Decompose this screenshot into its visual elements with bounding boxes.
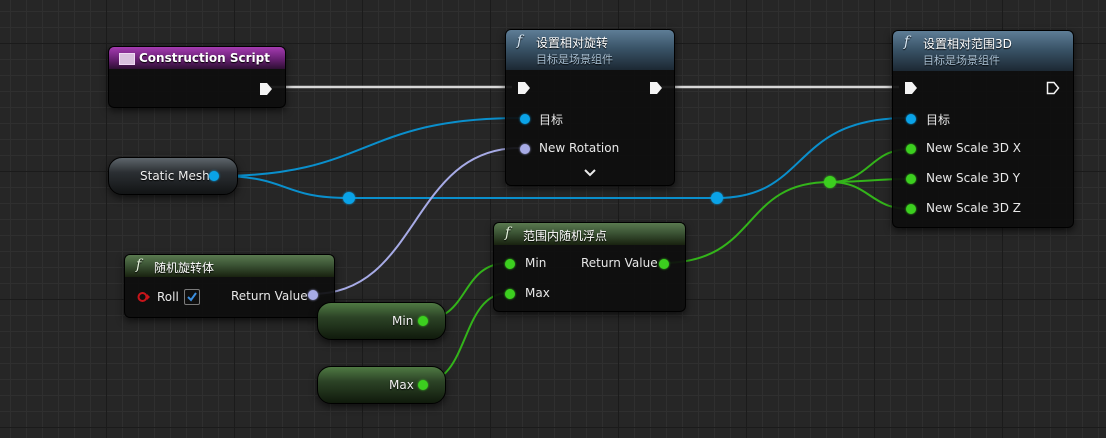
scale-y-pin-label: New Scale 3D Y xyxy=(926,171,1021,185)
min-variable-node[interactable]: Min xyxy=(317,302,446,340)
max-pin-label: Max xyxy=(525,286,550,300)
exec-out-pin[interactable] xyxy=(649,81,663,95)
min-variable-output-pin[interactable] xyxy=(418,316,428,326)
node-subtitle: 目标是场景组件 xyxy=(536,53,613,66)
target-pin[interactable] xyxy=(520,114,530,124)
max-variable-label: Max xyxy=(389,378,414,392)
node-subtitle: 目标是场景组件 xyxy=(923,54,1000,67)
exec-out-pin[interactable] xyxy=(259,82,273,96)
object-wire-mesh-to-rotation-target xyxy=(217,117,521,177)
min-pin-label: Min xyxy=(525,256,547,270)
roll-checkbox[interactable] xyxy=(184,289,200,305)
node-title: 随机旋转体 xyxy=(154,261,215,275)
construction-script-node[interactable]: Construction Script xyxy=(108,46,286,108)
set-relative-rotation-header: f 设置相对旋转 目标是场景组件 xyxy=(506,30,674,70)
target-pin-label: 目标 xyxy=(539,113,564,127)
max-pin[interactable] xyxy=(505,289,515,299)
roll-pin-label: Roll xyxy=(157,290,179,304)
return-value-pin-label: Return Value xyxy=(581,256,658,270)
scale-y-pin[interactable] xyxy=(906,174,916,184)
reroute-node-object-1[interactable] xyxy=(343,192,355,204)
random-rotator-node[interactable]: f 随机旋转体 Roll Return Value xyxy=(124,254,335,318)
max-variable-output-pin[interactable] xyxy=(418,380,428,390)
new-rotation-pin[interactable] xyxy=(520,144,530,154)
construction-script-title: Construction Script xyxy=(139,51,270,65)
reroute-node-float[interactable] xyxy=(824,176,836,188)
set-relative-scale-node[interactable]: f 设置相对范围3D 目标是场景组件 目标 New Scale 3D X New… xyxy=(892,30,1074,228)
random-float-header: f 范围内随机浮点 xyxy=(494,223,685,245)
max-variable-node[interactable]: Max xyxy=(317,366,446,404)
scale-z-pin[interactable] xyxy=(906,204,916,214)
scale-z-pin-label: New Scale 3D Z xyxy=(926,201,1021,215)
new-rotation-pin-label: New Rotation xyxy=(539,141,620,155)
object-wire-reroute-to-scale-target xyxy=(716,117,907,199)
random-rotator-header: f 随机旋转体 xyxy=(125,255,334,277)
rotator-wire xyxy=(311,147,521,295)
function-icon: f xyxy=(904,34,910,50)
reroute-node-object-2[interactable] xyxy=(711,192,723,204)
exec-out-pin[interactable] xyxy=(1046,81,1060,95)
construction-script-header: Construction Script xyxy=(109,47,285,69)
exec-in-pin[interactable] xyxy=(517,81,531,95)
min-pin[interactable] xyxy=(505,259,515,269)
scale-x-pin-label: New Scale 3D X xyxy=(926,141,1021,155)
node-title: 设置相对范围3D xyxy=(923,37,1012,51)
target-pin[interactable] xyxy=(906,114,916,124)
check-icon xyxy=(187,292,197,302)
static-mesh-output-pin[interactable] xyxy=(209,171,219,181)
roll-pin[interactable] xyxy=(137,291,151,303)
return-value-pin[interactable] xyxy=(308,290,318,300)
set-relative-scale-header: f 设置相对范围3D 目标是场景组件 xyxy=(893,31,1073,71)
min-variable-label: Min xyxy=(392,314,414,328)
target-pin-label: 目标 xyxy=(926,113,951,127)
function-icon: f xyxy=(136,257,142,273)
return-value-pin[interactable] xyxy=(659,259,669,269)
node-title: 范围内随机浮点 xyxy=(523,229,608,243)
chevron-down-icon[interactable] xyxy=(584,169,596,177)
float-wire-return-to-reroute xyxy=(661,181,831,264)
scale-x-pin[interactable] xyxy=(906,144,916,154)
construction-script-icon xyxy=(119,53,135,65)
function-icon: f xyxy=(505,225,511,241)
static-mesh-variable-node[interactable]: Static Mesh xyxy=(108,157,238,195)
exec-in-pin[interactable] xyxy=(904,81,918,95)
set-relative-rotation-node[interactable]: f 设置相对旋转 目标是场景组件 目标 New Rotation xyxy=(505,29,675,186)
node-title: 设置相对旋转 xyxy=(536,36,609,50)
random-float-in-range-node[interactable]: f 范围内随机浮点 Min Max Return Value xyxy=(493,222,686,312)
function-icon: f xyxy=(517,33,523,49)
return-value-pin-label: Return Value xyxy=(231,289,308,303)
static-mesh-label: Static Mesh xyxy=(140,169,210,183)
